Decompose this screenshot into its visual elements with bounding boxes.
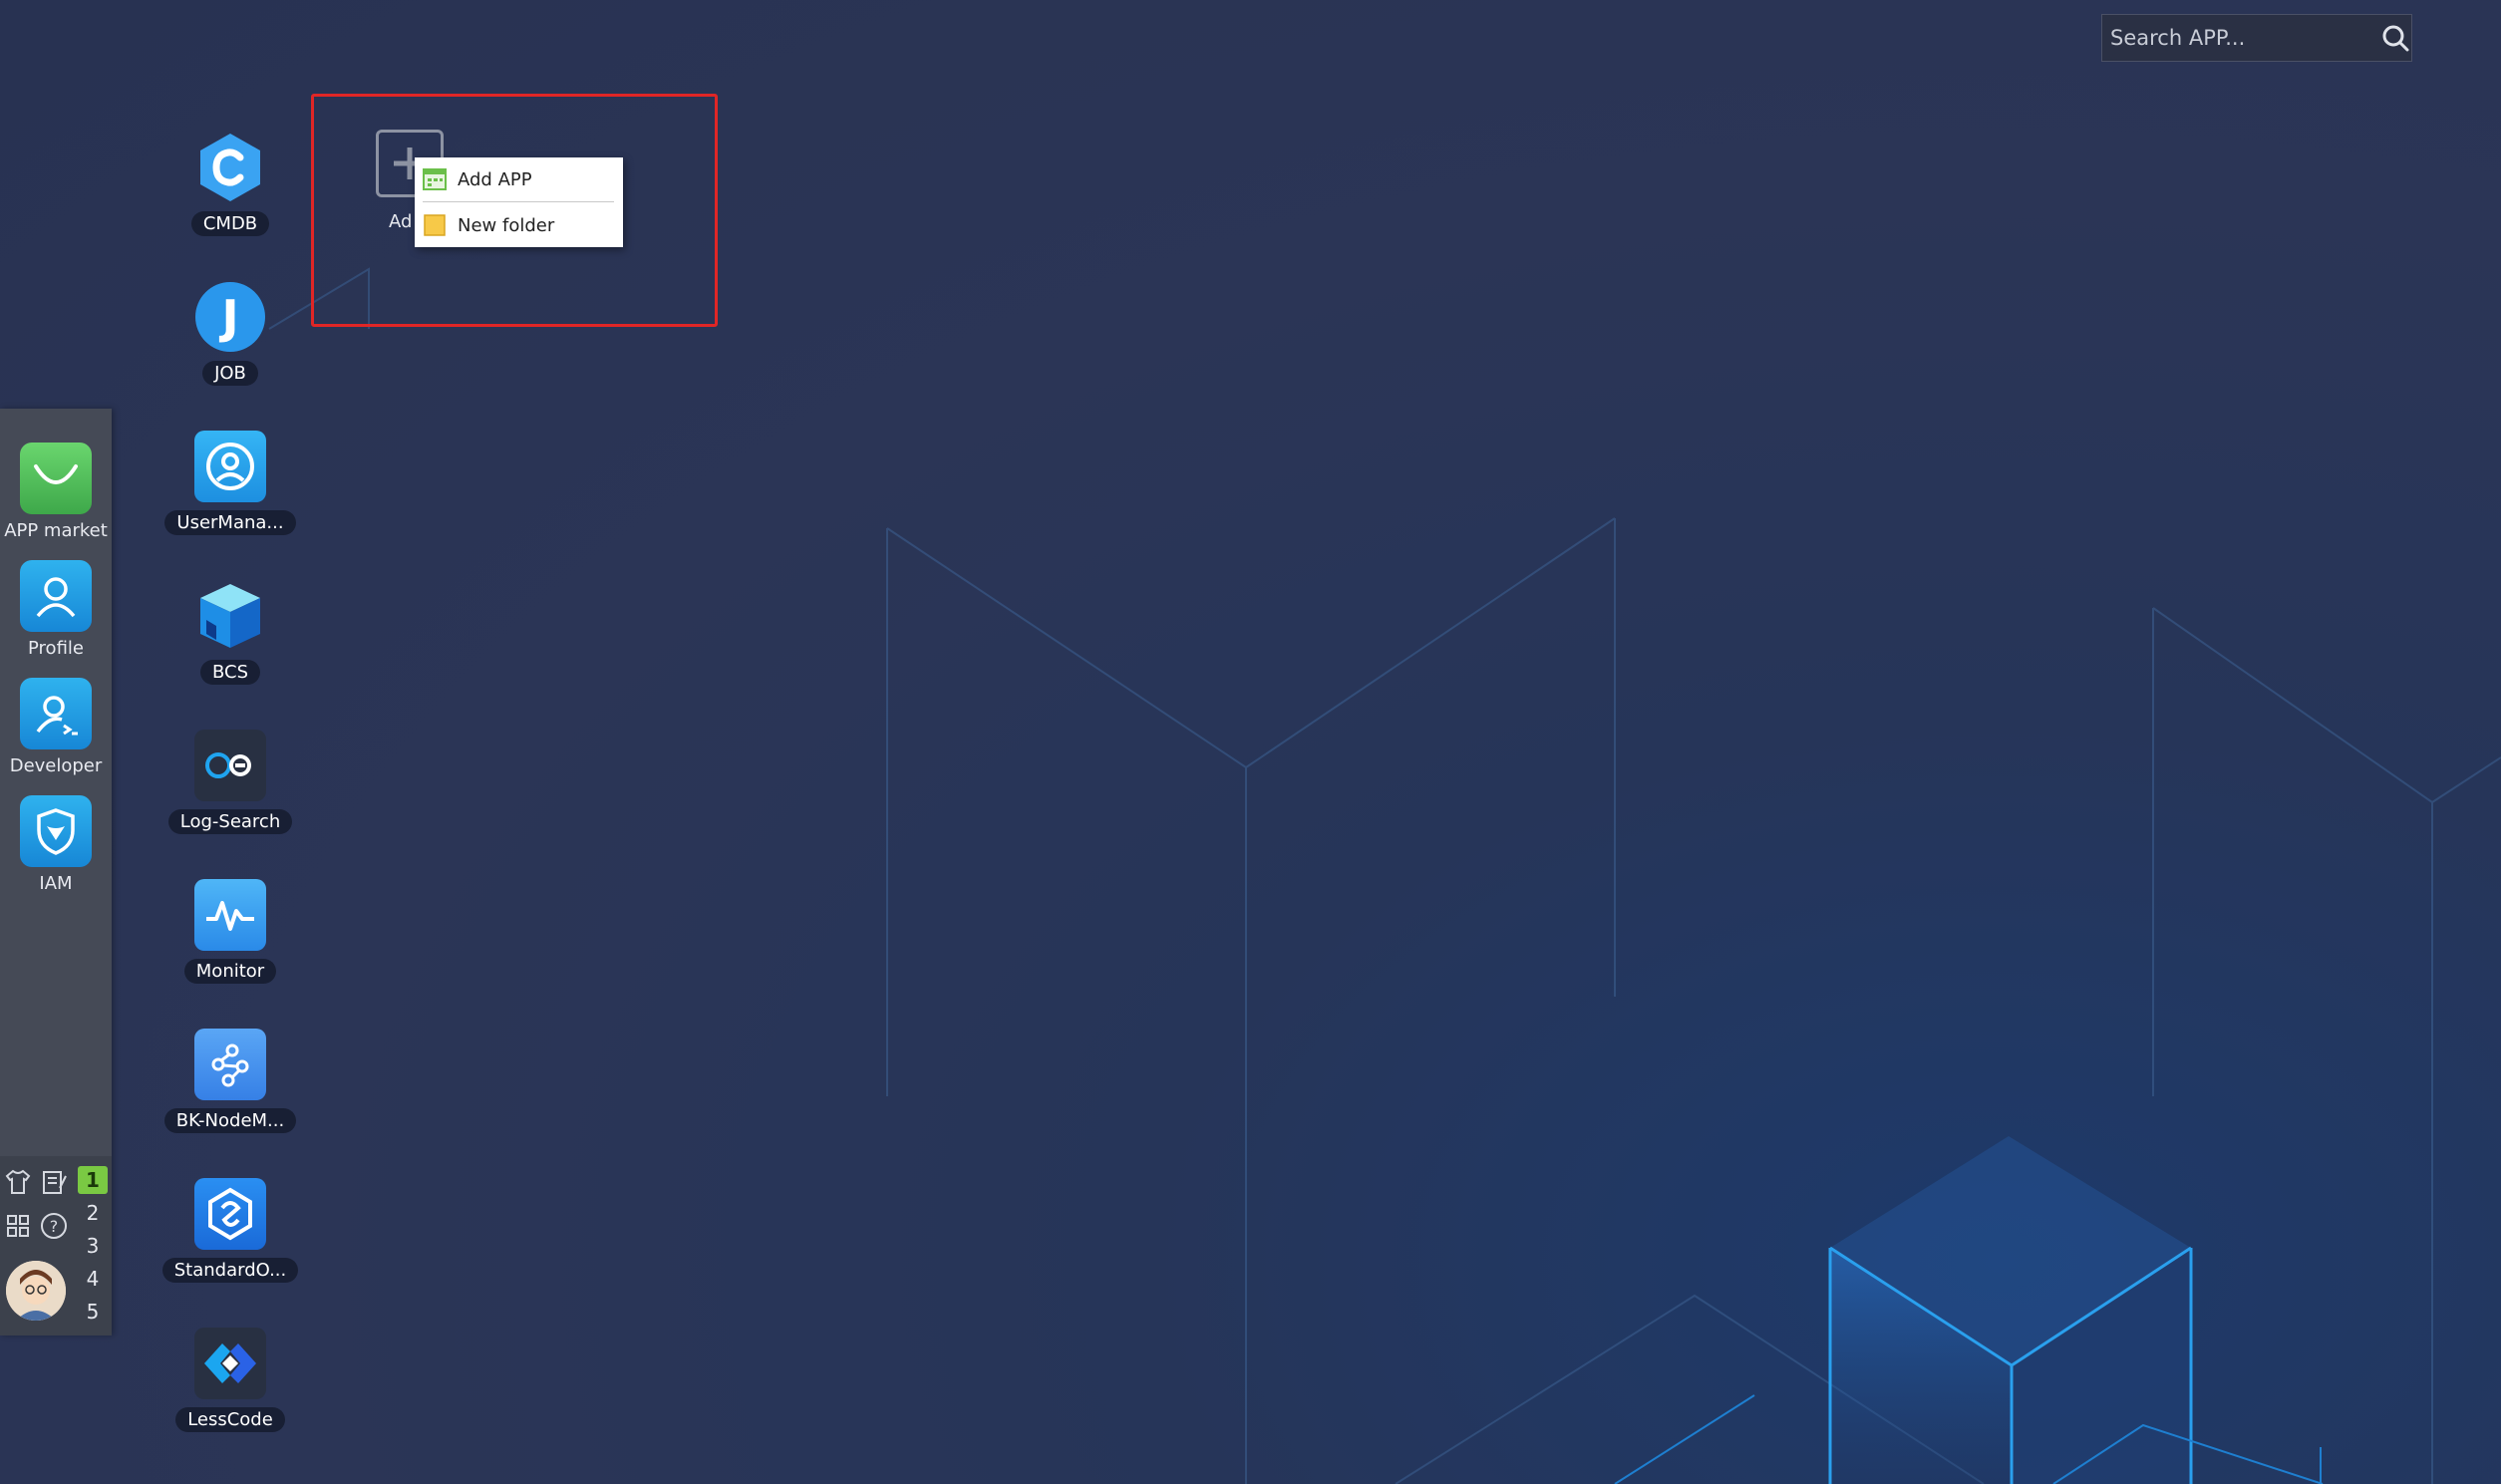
add-tile-label: Ad xyxy=(389,211,413,232)
app-label: LessCode xyxy=(175,1407,285,1432)
app-label: Monitor xyxy=(183,959,277,984)
lesscode-icon xyxy=(194,1328,266,1399)
bcs-cube-icon xyxy=(194,580,266,652)
app-standard-ops[interactable]: StandardO... xyxy=(159,1178,301,1283)
dock-item-developer[interactable]: Developer xyxy=(0,678,112,776)
app-label: CMDB xyxy=(190,211,270,236)
cmdb-icon xyxy=(194,132,266,203)
menu-divider xyxy=(423,201,614,202)
avatar[interactable] xyxy=(6,1261,66,1321)
shirt-icon[interactable] xyxy=(2,1166,34,1198)
dock-item-profile[interactable]: Profile xyxy=(0,560,112,659)
standard-ops-icon xyxy=(194,1178,266,1250)
app-label: StandardO... xyxy=(161,1258,299,1283)
menu-item-label: Add APP xyxy=(458,168,532,190)
search-icon[interactable] xyxy=(2379,16,2411,60)
log-search-icon xyxy=(194,730,266,801)
user-manager-icon xyxy=(194,431,266,502)
menu-item-add-app[interactable]: Add APP xyxy=(415,159,623,199)
notes-icon[interactable] xyxy=(38,1166,70,1198)
folder-icon xyxy=(422,212,448,238)
shield-icon xyxy=(20,795,92,867)
workspace-1[interactable]: 1 xyxy=(78,1166,108,1194)
dock-item-app-market[interactable]: APP market xyxy=(0,443,112,541)
menu-item-label: New folder xyxy=(458,214,555,236)
workspace-5[interactable]: 5 xyxy=(78,1298,108,1326)
app-bcs[interactable]: BCS xyxy=(159,580,301,685)
app-label: JOB xyxy=(202,361,258,386)
add-app-icon xyxy=(422,166,448,192)
app-label: Log-Search xyxy=(167,809,293,834)
dock-item-iam[interactable]: IAM xyxy=(0,795,112,894)
app-label: BK-NodeM... xyxy=(163,1108,297,1133)
app-log-search[interactable]: Log-Search xyxy=(159,730,301,834)
workspace-3[interactable]: 3 xyxy=(78,1232,108,1260)
user-icon xyxy=(20,560,92,632)
grid-icon[interactable] xyxy=(2,1210,34,1242)
menu-item-new-folder[interactable]: New folder xyxy=(415,205,623,245)
app-job[interactable]: J JOB xyxy=(159,281,301,386)
node-manager-icon xyxy=(194,1029,266,1100)
shopping-bag-icon xyxy=(20,443,92,514)
app-node-manager[interactable]: BK-NodeM... xyxy=(159,1029,301,1133)
workspace-2[interactable]: 2 xyxy=(78,1199,108,1227)
developer-icon xyxy=(20,678,92,749)
dock-item-label: APP market xyxy=(4,520,108,541)
glowing-cube xyxy=(1614,1136,2324,1484)
svg-text:?: ? xyxy=(50,1217,59,1236)
job-icon: J xyxy=(194,281,266,353)
app-cmdb[interactable]: CMDB xyxy=(159,132,301,236)
monitor-icon xyxy=(194,879,266,951)
context-menu: Add APP New folder xyxy=(415,157,623,247)
help-icon[interactable]: ? xyxy=(38,1210,70,1242)
search-box[interactable] xyxy=(2101,14,2412,62)
app-lesscode[interactable]: LessCode xyxy=(159,1328,301,1432)
search-input[interactable] xyxy=(2102,14,2379,62)
app-monitor[interactable]: Monitor xyxy=(159,879,301,984)
dock-item-label: Developer xyxy=(9,755,103,776)
dock-item-label: IAM xyxy=(39,873,73,894)
app-label: BCS xyxy=(199,660,261,685)
dock-item-label: Profile xyxy=(28,638,84,659)
workspace-4[interactable]: 4 xyxy=(78,1265,108,1293)
app-label: UserMana... xyxy=(164,510,296,535)
app-user-manager[interactable]: UserMana... xyxy=(159,431,301,535)
svg-text:J: J xyxy=(218,290,238,344)
